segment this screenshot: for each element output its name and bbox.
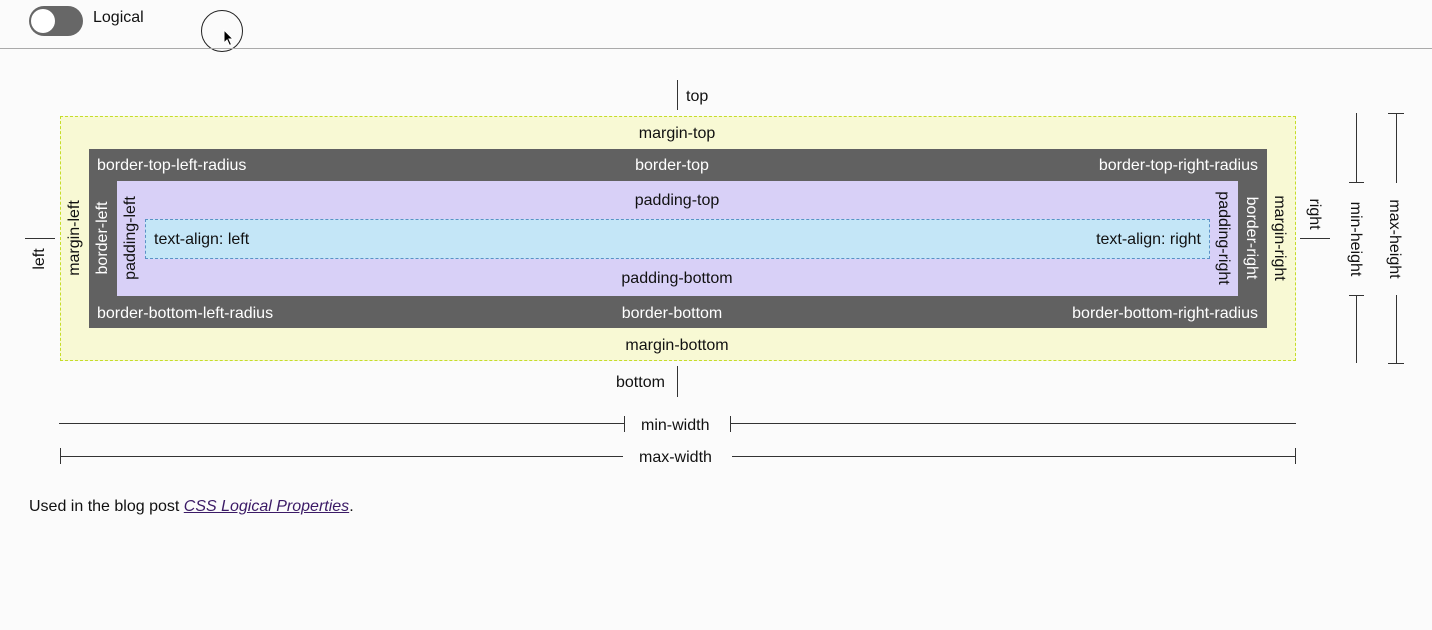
min-width-label: min-width [641,417,710,434]
blog-post-link[interactable]: CSS Logical Properties [184,498,349,515]
top-marker-line [677,80,678,110]
min-height-line-bottom [1356,295,1357,363]
content-box [145,219,1210,259]
right-label: right [1306,198,1323,230]
top-label: top [686,88,709,105]
max-width-tick-right [1295,448,1296,464]
left-label: left [31,248,48,270]
max-height-line-bottom [1396,295,1397,363]
max-height-label: max-height [1386,199,1403,279]
margin-top-label: margin-top [638,125,716,142]
border-top-left-radius-label: border-top-left-radius [97,157,247,174]
max-height-tick-bottom [1388,363,1404,364]
toggle-knob [31,9,55,33]
margin-left-label: margin-left [66,200,83,276]
border-right-label: border-right [1243,196,1260,280]
border-bottom-right-radius-label: border-bottom-right-radius [1072,305,1258,322]
border-bottom-left-radius-label: border-bottom-left-radius [97,305,274,322]
min-width-line-left [59,423,625,424]
logical-toggle[interactable] [29,6,83,36]
max-height-line-top [1396,113,1397,183]
max-width-line-right [732,456,1295,457]
max-width-line-left [60,456,623,457]
margin-right-label: margin-right [1271,195,1288,281]
border-left-label: border-left [94,201,111,275]
footer-prefix: Used in the blog post [29,498,184,515]
padding-bottom-label: padding-bottom [621,270,733,287]
min-height-line-top [1356,113,1357,183]
padding-left-label: padding-left [122,196,139,280]
header-divider [0,48,1432,49]
min-width-tick-right [730,416,731,432]
bottom-label: bottom [616,374,665,391]
padding-right-label: padding-right [1215,191,1232,285]
toggle-label: Logical [93,9,144,26]
min-height-tick-top [1349,182,1364,183]
footer-text: Used in the blog post CSS Logical Proper… [29,498,354,516]
cursor-highlight-ring [201,10,243,52]
min-width-line-right [730,423,1296,424]
min-height-label: min-height [1347,201,1364,277]
border-bottom-label: border-bottom [621,305,723,322]
padding-top-label: padding-top [634,192,720,209]
min-width-tick-left [624,416,625,432]
footer-suffix: . [349,498,354,515]
text-align-right-label: text-align: right [1096,231,1201,248]
margin-bottom-label: margin-bottom [625,337,729,354]
mouse-cursor-icon [223,29,235,47]
bottom-marker-line [677,366,678,397]
border-top-right-radius-label: border-top-right-radius [1098,157,1258,174]
right-marker-line [1300,238,1330,239]
left-marker-line [25,238,55,239]
max-width-label: max-width [639,449,712,466]
text-align-left-label: text-align: left [154,231,250,248]
border-top-label: border-top [635,157,709,174]
